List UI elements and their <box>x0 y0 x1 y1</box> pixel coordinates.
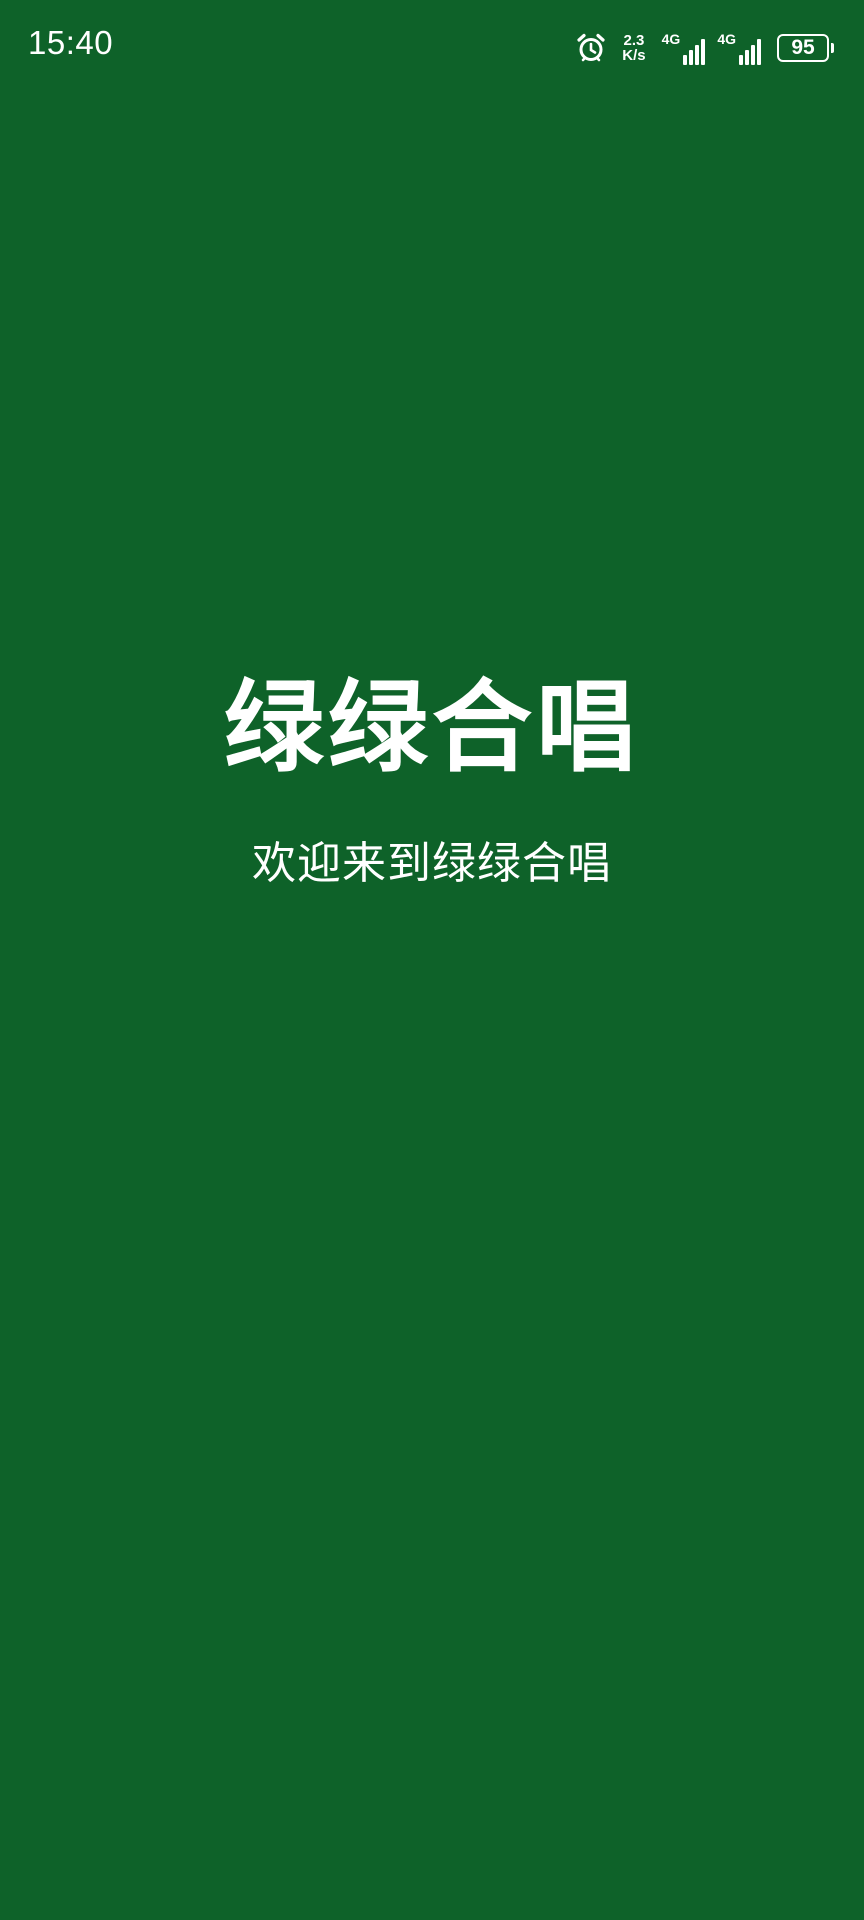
status-icons: 2.3 K/s 4G 4G 95 <box>576 28 834 68</box>
network-speed: 2.3 K/s <box>622 33 645 63</box>
alarm-icon <box>576 33 606 63</box>
status-time: 15:40 <box>28 24 114 61</box>
network-speed-unit: K/s <box>622 47 646 64</box>
sim2-signal-icon: 4G <box>717 31 761 65</box>
welcome-message: 欢迎来到绿绿合唱 <box>252 838 612 889</box>
status-bar: 15:40 2.3 K/s 4G 4G 95 <box>0 0 864 92</box>
battery-level: 95 <box>777 34 829 62</box>
app-title: 绿绿合唱 <box>224 669 640 786</box>
battery-icon: 95 <box>777 34 834 62</box>
network-speed-value: 2.3 <box>623 32 645 49</box>
sim1-signal-icon: 4G <box>662 31 706 65</box>
sim1-network-type: 4G <box>661 31 681 47</box>
sim2-network-type: 4G <box>717 31 736 47</box>
